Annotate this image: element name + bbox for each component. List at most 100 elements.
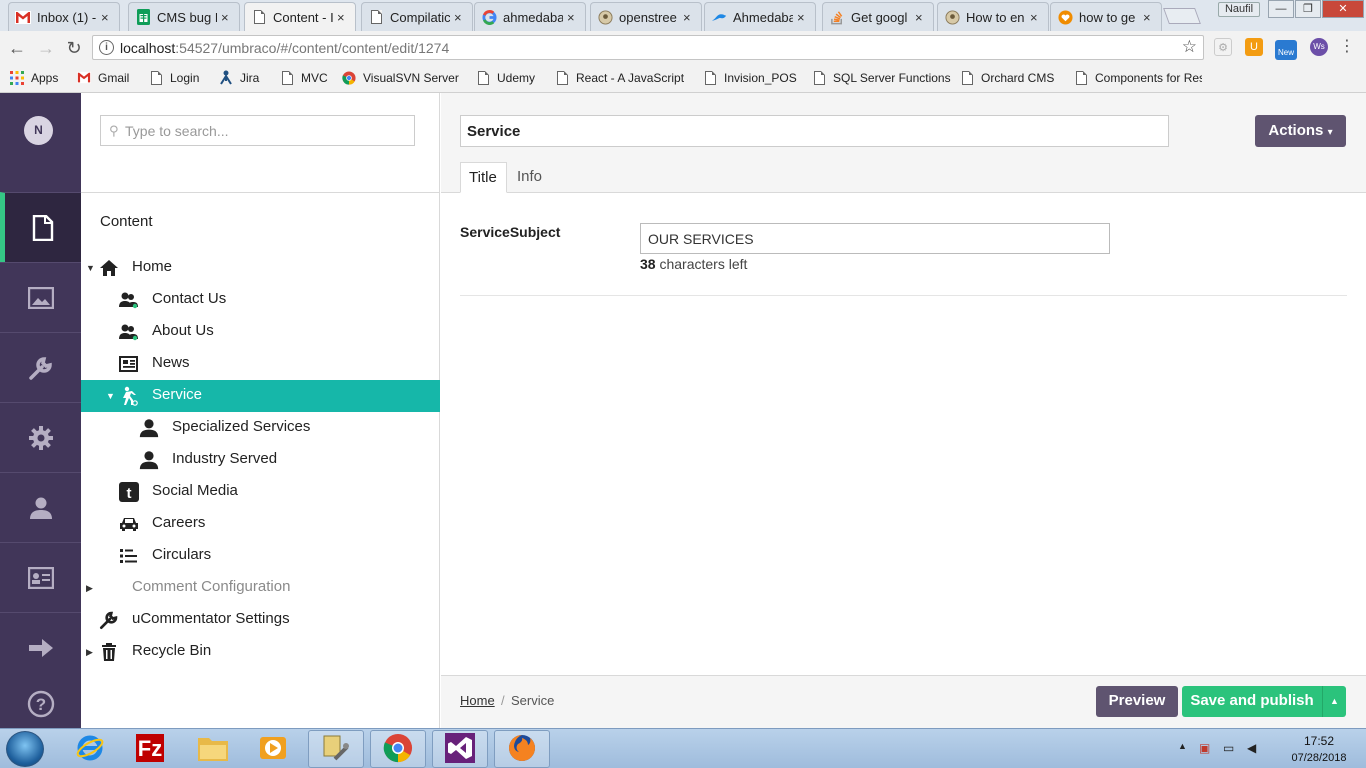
caret-down-icon[interactable]: ▼	[86, 263, 95, 273]
close-tab-icon[interactable]: ×	[337, 10, 349, 25]
bookmark-item[interactable]: MVC	[280, 70, 328, 85]
new-tab-button[interactable]	[1163, 8, 1201, 24]
start-button[interactable]	[6, 731, 44, 767]
bookmark-item[interactable]: Udemy	[476, 70, 535, 85]
action-center-icon[interactable]: ▭	[1223, 741, 1234, 755]
browser-menu-icon[interactable]: ⋮	[1338, 38, 1356, 56]
section-forms[interactable]	[0, 612, 81, 682]
close-tab-icon[interactable]: ×	[1143, 10, 1155, 25]
tab-title[interactable]: Title	[460, 162, 507, 193]
save-and-publish-button[interactable]: Save and publish	[1182, 686, 1322, 717]
close-tab-icon[interactable]: ×	[101, 10, 113, 25]
tree-header[interactable]: Content	[100, 213, 153, 230]
avatar[interactable]: N	[24, 116, 53, 145]
node-name-input[interactable]	[460, 115, 1169, 147]
browser-tab[interactable]: openstree ×	[590, 2, 702, 31]
tree-node[interactable]: Careers	[81, 508, 440, 540]
tree-node[interactable]: ▶ Comment Configuration	[81, 572, 440, 604]
actions-button[interactable]: Actions ▾	[1255, 115, 1346, 147]
caret-right-icon[interactable]: ▶	[86, 647, 93, 658]
section-media[interactable]	[0, 262, 81, 332]
browser-tab[interactable]: Get googl ×	[822, 2, 934, 31]
browser-tab[interactable]: How to en ×	[937, 2, 1049, 31]
tree-node[interactable]: ▼ Home	[81, 252, 440, 284]
close-tab-icon[interactable]: ×	[221, 10, 233, 25]
bookmark-item[interactable]: Invision_POS	[703, 70, 797, 85]
minimize-button[interactable]: —	[1268, 0, 1294, 18]
info-icon[interactable]: i	[99, 40, 114, 55]
system-clock[interactable]: 17:52 07/28/2018	[1282, 733, 1356, 767]
bookmark-item[interactable]: Apps	[10, 70, 58, 85]
reload-icon[interactable]: ↻	[63, 37, 85, 59]
caret-down-icon[interactable]: ▼	[106, 391, 115, 401]
search-input[interactable]	[125, 121, 405, 141]
bookmark-item[interactable]: SQL Server Functions	[812, 70, 951, 85]
taskbar-app-chrome[interactable]	[370, 730, 426, 768]
section-content[interactable]	[0, 192, 81, 262]
tree-node[interactable]: Contact Us	[81, 284, 440, 316]
taskbar-app-tools[interactable]	[308, 730, 364, 768]
taskbar-app-explorer[interactable]	[185, 730, 241, 768]
maximize-button[interactable]: ❐	[1295, 0, 1321, 18]
section-members[interactable]	[0, 542, 81, 612]
close-tab-icon[interactable]: ×	[683, 10, 695, 25]
section-users[interactable]	[0, 472, 81, 542]
address-bar[interactable]: i localhost:54527/umbraco/#/content/cont…	[92, 35, 1204, 60]
close-tab-icon[interactable]: ×	[915, 10, 927, 25]
network-icon[interactable]: ▣	[1199, 741, 1210, 755]
tree-node[interactable]: Circulars	[81, 540, 440, 572]
tree-node[interactable]: Specialized Services	[81, 412, 440, 444]
browser-tab[interactable]: ahmedaba ×	[474, 2, 586, 31]
extension-cup-icon[interactable]: U	[1245, 38, 1263, 56]
tree-node[interactable]: uCommentator Settings	[81, 604, 440, 636]
tray-expand-icon[interactable]: ▲	[1178, 741, 1187, 751]
extension-new-badge[interactable]: New	[1275, 40, 1297, 60]
forward-icon[interactable]: →	[35, 37, 57, 59]
breadcrumb-home[interactable]: Home	[460, 693, 495, 708]
tree-node[interactable]: Industry Served	[81, 444, 440, 476]
browser-tab[interactable]: CMS bug I ×	[128, 2, 240, 31]
taskbar-app-media-player[interactable]	[245, 730, 301, 768]
close-window-button[interactable]: ✕	[1322, 0, 1364, 18]
browser-tab[interactable]: how to ge ×	[1050, 2, 1162, 31]
search-box[interactable]: ⚲	[100, 115, 415, 146]
tree-node[interactable]: News	[81, 348, 440, 380]
browser-tab[interactable]: Ahmedaba ×	[704, 2, 816, 31]
close-tab-icon[interactable]: ×	[1030, 10, 1042, 25]
taskbar-app-visual-studio[interactable]	[432, 730, 488, 768]
profile-button[interactable]: Naufil	[1218, 2, 1260, 17]
section-developer[interactable]	[0, 332, 81, 402]
caret-right-icon[interactable]: ▶	[86, 583, 93, 594]
bookmark-item[interactable]: Orchard CMS	[960, 70, 1054, 85]
extension-ws-icon[interactable]: Ws	[1310, 38, 1328, 56]
tree-node[interactable]: t Social Media	[81, 476, 440, 508]
bookmark-item[interactable]: Login	[149, 70, 199, 85]
taskbar-app-internet-explorer[interactable]	[62, 730, 118, 768]
close-tab-icon[interactable]: ×	[797, 10, 809, 25]
tree-node[interactable]: About Us	[81, 316, 440, 348]
bookmark-item[interactable]: Jira	[219, 70, 259, 85]
browser-tab[interactable]: Content - I ×	[244, 2, 356, 31]
close-tab-icon[interactable]: ×	[567, 10, 579, 25]
tree-node[interactable]: ▶ Recycle Bin	[81, 636, 440, 668]
taskbar-app-firefox[interactable]	[494, 730, 550, 768]
browser-tab[interactable]: Compilatic ×	[361, 2, 473, 31]
taskbar-app-filezilla[interactable]: Fz	[122, 730, 178, 768]
back-icon[interactable]: ←	[6, 37, 28, 59]
close-tab-icon[interactable]: ×	[454, 10, 466, 25]
service-subject-input[interactable]	[640, 223, 1110, 254]
bookmark-item[interactable]: Components for Res	[1074, 70, 1202, 85]
bookmark-star-icon[interactable]: ☆	[1182, 37, 1197, 57]
volume-icon[interactable]: ◀	[1247, 741, 1256, 755]
section-help[interactable]: ?	[0, 680, 81, 728]
section-settings[interactable]	[0, 402, 81, 472]
extension-gear-icon[interactable]: ⚙	[1214, 38, 1232, 56]
preview-button[interactable]: Preview	[1096, 686, 1178, 717]
bookmark-item[interactable]: React - A JavaScript	[555, 70, 684, 85]
tree-node[interactable]: ▼ Service	[81, 380, 440, 412]
tab-info[interactable]: Info	[509, 162, 550, 193]
publish-options-button[interactable]: ▲	[1322, 686, 1346, 717]
bookmark-item[interactable]: VisualSVN Server	[342, 70, 459, 85]
bookmark-item[interactable]: Gmail	[77, 70, 129, 85]
browser-tab[interactable]: Inbox (1) - ×	[8, 2, 120, 31]
